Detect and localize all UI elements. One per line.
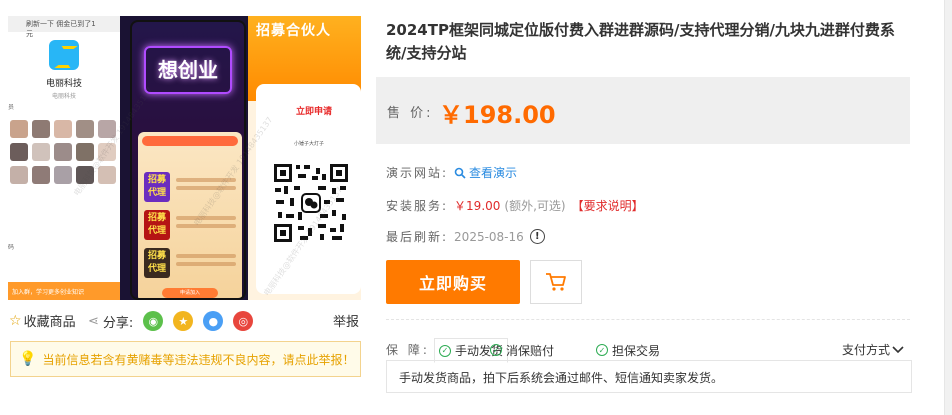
collect-label: 收藏商品 (23, 315, 76, 330)
avatar (54, 120, 72, 138)
refresh-row: 最后刷新: 2025-08-16 ! (386, 228, 545, 245)
buy-now-button[interactable]: 立即购买 (386, 260, 520, 304)
qr-card: 立即申请 小锤子大灯子 (256, 84, 361, 294)
guarantee-description: 手动发货商品，拍下后系统会通过邮件、短信通知卖家发货。 (386, 360, 912, 393)
owner-name: 小锤子大灯子 (294, 141, 325, 147)
avatar (98, 166, 116, 184)
collect-button[interactable]: ☆ 收藏商品 (9, 311, 76, 331)
divider (386, 319, 910, 320)
guarantee-label: 保 障: (386, 343, 430, 357)
install-extra: (额外,可选) (504, 199, 566, 213)
avatar (54, 166, 72, 184)
apply-now: 立即申请 (296, 107, 333, 117)
text-line (176, 224, 236, 228)
demo-link-label: 查看演示 (469, 166, 518, 180)
demo-link[interactable]: 查看演示 (454, 164, 517, 181)
panel-topbar: 刷新一下 佣金已到了1元 (8, 16, 120, 38)
recruit-tag: 招募代理 (144, 248, 170, 278)
share-icon: ⋖ (88, 313, 99, 329)
payment-label: 支付方式 (841, 343, 890, 357)
avatar (32, 143, 50, 161)
report-notice[interactable]: 💡 当前信息若含有黄赌毒等违法违规不良内容，请点此举报！ (10, 341, 361, 377)
search-icon (454, 167, 466, 179)
neon-headline: 想创业 (144, 46, 232, 94)
avatar (98, 120, 116, 138)
side-label: 码 (8, 244, 15, 251)
text-line (176, 216, 236, 220)
tab-escrow[interactable]: ✓ 担保交易 (592, 338, 664, 362)
recruit-tag: 招募代理 (144, 210, 170, 240)
agent-card: 招募代理 招募代理 招募代理 申请加入 (138, 132, 242, 298)
install-price: ￥19.00 (454, 199, 501, 213)
product-image-gallery[interactable]: 刷新一下 佣金已到了1元 电丽科技 电丽科技 员 码 加入群，学习更多创业知识 … (8, 16, 361, 300)
phone-mockup: 想创业 招募代理 招募代理 招募代理 申请加入 (130, 20, 246, 300)
price-box: 售 价: ￥198.00 (376, 77, 910, 144)
text-line (176, 186, 236, 190)
gallery-panel-recruit: 招募合伙人 立即申请 小锤子大灯子 (248, 16, 361, 300)
qzone-icon[interactable]: ★ (173, 311, 194, 331)
lightbulb-icon: 💡 (19, 351, 37, 367)
recruit-banner: 招募合伙人 (256, 23, 331, 39)
avatar (32, 120, 50, 138)
app-sub: 电丽科技 (51, 93, 76, 100)
payment-methods-dropdown[interactable]: 支付方式 (842, 341, 904, 358)
gallery-panel-members: 刷新一下 佣金已到了1元 电丽科技 电丽科技 员 码 加入群，学习更多创业知识 (8, 16, 120, 300)
check-icon: ✓ (596, 344, 608, 356)
check-icon: ✓ (490, 344, 502, 356)
add-to-cart-button[interactable] (530, 260, 582, 304)
install-row: 安装服务: ￥19.00 (额外,可选) 【要求说明】 (386, 197, 644, 214)
headline-text: 想创业 (158, 58, 218, 82)
install-label: 安装服务: (386, 199, 449, 213)
text-line (176, 178, 236, 182)
cart-icon (546, 273, 566, 291)
text-line (176, 262, 236, 266)
guarantee-tabs: 保 障: ✓ 手动发货 ✓ 消保赔付 ✓ 担保交易 支付方式 (386, 338, 912, 363)
product-title: 2024TP框架同城定位版付费入群进群源码/支持代理分销/九块九进群付费系统/支… (386, 21, 895, 62)
avatar (32, 166, 50, 184)
avatar (54, 143, 72, 161)
avatar (76, 143, 94, 161)
avatar (76, 166, 94, 184)
install-help-link[interactable]: 【要求说明】 (572, 197, 644, 214)
text-line (176, 254, 236, 258)
price-label: 售 价: (387, 106, 434, 121)
member-avatars (10, 120, 118, 184)
share-label: 分享: (102, 315, 134, 331)
avatar (98, 143, 116, 161)
notice-text: 当前信息若含有黄赌毒等违法违规不良内容，请点此举报！ (42, 352, 355, 367)
product-page: 刷新一下 佣金已到了1元 电丽科技 电丽科技 员 码 加入群，学习更多创业知识 … (0, 0, 952, 415)
wechat-icon[interactable]: ◉ (143, 311, 164, 331)
gallery-panel-poster: 想创业 招募代理 招募代理 招募代理 申请加入 (120, 16, 248, 300)
tab-label: 消保赔付 (506, 343, 555, 358)
panel-bottom-bar: 加入群，学习更多创业知识 (8, 282, 120, 300)
avatar (10, 143, 28, 161)
join-bar: 申请加入 (162, 288, 218, 298)
avatar (10, 166, 28, 184)
refresh-date: 2025-08-16 (454, 229, 524, 244)
weibo-icon[interactable]: ◎ (233, 311, 254, 331)
info-icon[interactable]: ! (529, 229, 545, 244)
tab-label: 担保交易 (612, 343, 661, 358)
card-header (142, 136, 238, 146)
demo-label: 演示网站: (386, 166, 449, 180)
star-icon: ☆ (9, 312, 22, 329)
recruit-tag: 招募代理 (144, 172, 170, 202)
check-icon: ✓ (439, 344, 451, 357)
report-link[interactable]: 举报 (333, 311, 359, 330)
avatar (10, 120, 28, 138)
tab-compensation[interactable]: ✓ 消保赔付 (486, 338, 558, 362)
app-name: 电丽科技 (45, 79, 82, 89)
avatar (76, 120, 94, 138)
refresh-label: 最后刷新: (386, 230, 449, 244)
price-value: ￥198.00 (439, 101, 556, 129)
chevron-down-icon (892, 345, 904, 353)
share-bar: ⋖ 分享: ◉ ★ ● ◎ (88, 311, 254, 331)
scrollbar[interactable] (944, 0, 952, 415)
qq-icon[interactable]: ● (203, 311, 224, 331)
app-logo-icon (49, 40, 79, 70)
qr-code-icon (272, 162, 350, 244)
demo-row: 演示网站: 查看演示 (386, 164, 517, 181)
side-label: 员 (8, 104, 15, 111)
